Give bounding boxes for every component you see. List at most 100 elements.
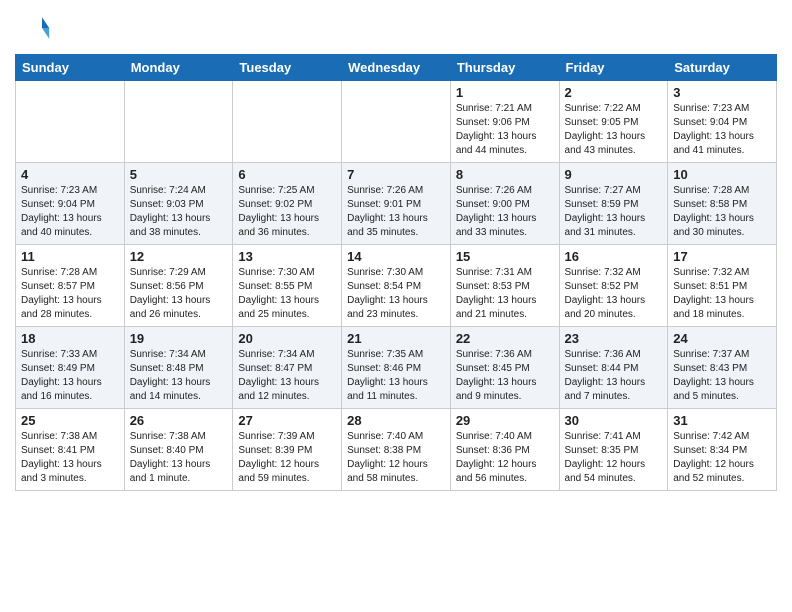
day-info: Sunrise: 7:36 AM Sunset: 8:45 PM Dayligh… (456, 348, 554, 404)
day-number: 20 (238, 331, 336, 346)
day-number: 7 (347, 167, 445, 182)
calendar-week-4: 18 Sunrise: 7:33 AM Sunset: 8:49 PM Dayli… (16, 327, 777, 409)
day-number: 18 (21, 331, 119, 346)
calendar-cell: 28 Sunrise: 7:40 AM Sunset: 8:38 PM Dayli… (342, 409, 451, 491)
day-info: Sunrise: 7:25 AM Sunset: 9:02 PM Dayligh… (238, 184, 336, 240)
day-number: 24 (673, 331, 771, 346)
weekday-header-tuesday: Tuesday (233, 55, 342, 81)
calendar-cell: 6 Sunrise: 7:25 AM Sunset: 9:02 PM Daylig… (233, 163, 342, 245)
day-number: 19 (130, 331, 228, 346)
day-number: 27 (238, 413, 336, 428)
calendar-cell: 19 Sunrise: 7:34 AM Sunset: 8:48 PM Dayli… (124, 327, 233, 409)
day-number: 21 (347, 331, 445, 346)
calendar-cell: 1Sunrise: 7:21 AM Sunset: 9:06 PM Daylig… (450, 81, 559, 163)
calendar-cell: 24 Sunrise: 7:37 AM Sunset: 8:43 PM Dayli… (668, 327, 777, 409)
calendar-cell (233, 81, 342, 163)
calendar-week-3: 11 Sunrise: 7:28 AM Sunset: 8:57 PM Dayli… (16, 245, 777, 327)
day-number: 31 (673, 413, 771, 428)
header (15, 10, 777, 46)
calendar-cell: 7 Sunrise: 7:26 AM Sunset: 9:01 PM Daylig… (342, 163, 451, 245)
day-info: Sunrise: 7:28 AM Sunset: 8:58 PM Dayligh… (673, 184, 771, 240)
calendar-cell: 20Sunrise: 7:34 AM Sunset: 8:47 PM Dayli… (233, 327, 342, 409)
weekday-header-monday: Monday (124, 55, 233, 81)
day-number: 6 (238, 167, 336, 182)
day-number: 9 (565, 167, 663, 182)
day-info: Sunrise: 7:36 AM Sunset: 8:44 PM Dayligh… (565, 348, 663, 404)
calendar-cell: 8 Sunrise: 7:26 AM Sunset: 9:00 PM Daylig… (450, 163, 559, 245)
calendar-week-1: 1Sunrise: 7:21 AM Sunset: 9:06 PM Daylig… (16, 81, 777, 163)
day-info: Sunrise: 7:34 AM Sunset: 8:48 PM Dayligh… (130, 348, 228, 404)
day-number: 22 (456, 331, 554, 346)
calendar-cell: 3 Sunrise: 7:23 AM Sunset: 9:04 PM Daylig… (668, 81, 777, 163)
day-info: Sunrise: 7:28 AM Sunset: 8:57 PM Dayligh… (21, 266, 119, 322)
calendar-cell: 5Sunrise: 7:24 AM Sunset: 9:03 PM Daylig… (124, 163, 233, 245)
calendar-cell (16, 81, 125, 163)
day-number: 16 (565, 249, 663, 264)
day-info: Sunrise: 7:32 AM Sunset: 8:51 PM Dayligh… (673, 266, 771, 322)
day-info: Sunrise: 7:27 AM Sunset: 8:59 PM Dayligh… (565, 184, 663, 240)
day-info: Sunrise: 7:29 AM Sunset: 8:56 PM Dayligh… (130, 266, 228, 322)
day-info: Sunrise: 7:35 AM Sunset: 8:46 PM Dayligh… (347, 348, 445, 404)
logo (15, 10, 55, 46)
logo-icon (15, 10, 51, 46)
weekday-header-thursday: Thursday (450, 55, 559, 81)
weekday-header-saturday: Saturday (668, 55, 777, 81)
calendar-week-2: 4 Sunrise: 7:23 AM Sunset: 9:04 PM Daylig… (16, 163, 777, 245)
day-info: Sunrise: 7:23 AM Sunset: 9:04 PM Dayligh… (21, 184, 119, 240)
day-number: 25 (21, 413, 119, 428)
calendar-cell: 29 Sunrise: 7:40 AM Sunset: 8:36 PM Dayli… (450, 409, 559, 491)
calendar-week-5: 25 Sunrise: 7:38 AM Sunset: 8:41 PM Dayli… (16, 409, 777, 491)
day-info: Sunrise: 7:37 AM Sunset: 8:43 PM Dayligh… (673, 348, 771, 404)
day-number: 3 (673, 85, 771, 100)
calendar-cell: 22 Sunrise: 7:36 AM Sunset: 8:45 PM Dayli… (450, 327, 559, 409)
calendar: SundayMondayTuesdayWednesdayThursdayFrid… (15, 54, 777, 491)
calendar-cell: 23Sunrise: 7:36 AM Sunset: 8:44 PM Dayli… (559, 327, 668, 409)
calendar-cell: 2Sunrise: 7:22 AM Sunset: 9:05 PM Daylig… (559, 81, 668, 163)
page: SundayMondayTuesdayWednesdayThursdayFrid… (0, 0, 792, 612)
weekday-header-sunday: Sunday (16, 55, 125, 81)
weekday-header-friday: Friday (559, 55, 668, 81)
calendar-cell: 16 Sunrise: 7:32 AM Sunset: 8:52 PM Dayli… (559, 245, 668, 327)
calendar-cell: 31 Sunrise: 7:42 AM Sunset: 8:34 PM Dayli… (668, 409, 777, 491)
day-info: Sunrise: 7:42 AM Sunset: 8:34 PM Dayligh… (673, 430, 771, 486)
day-info: Sunrise: 7:41 AM Sunset: 8:35 PM Dayligh… (565, 430, 663, 486)
day-number: 8 (456, 167, 554, 182)
calendar-cell: 11 Sunrise: 7:28 AM Sunset: 8:57 PM Dayli… (16, 245, 125, 327)
day-info: Sunrise: 7:38 AM Sunset: 8:41 PM Dayligh… (21, 430, 119, 486)
day-info: Sunrise: 7:31 AM Sunset: 8:53 PM Dayligh… (456, 266, 554, 322)
calendar-cell: 14Sunrise: 7:30 AM Sunset: 8:54 PM Dayli… (342, 245, 451, 327)
day-number: 30 (565, 413, 663, 428)
calendar-cell (124, 81, 233, 163)
calendar-cell: 25 Sunrise: 7:38 AM Sunset: 8:41 PM Dayli… (16, 409, 125, 491)
day-number: 2 (565, 85, 663, 100)
day-number: 10 (673, 167, 771, 182)
day-number: 5 (130, 167, 228, 182)
calendar-cell: 9 Sunrise: 7:27 AM Sunset: 8:59 PM Daylig… (559, 163, 668, 245)
day-info: Sunrise: 7:38 AM Sunset: 8:40 PM Dayligh… (130, 430, 228, 486)
day-info: Sunrise: 7:26 AM Sunset: 9:01 PM Dayligh… (347, 184, 445, 240)
calendar-cell: 27Sunrise: 7:39 AM Sunset: 8:39 PM Dayli… (233, 409, 342, 491)
day-info: Sunrise: 7:26 AM Sunset: 9:00 PM Dayligh… (456, 184, 554, 240)
calendar-cell: 13Sunrise: 7:30 AM Sunset: 8:55 PM Dayli… (233, 245, 342, 327)
calendar-cell: 17 Sunrise: 7:32 AM Sunset: 8:51 PM Dayli… (668, 245, 777, 327)
day-info: Sunrise: 7:40 AM Sunset: 8:38 PM Dayligh… (347, 430, 445, 486)
calendar-cell (342, 81, 451, 163)
calendar-cell: 12Sunrise: 7:29 AM Sunset: 8:56 PM Dayli… (124, 245, 233, 327)
day-info: Sunrise: 7:33 AM Sunset: 8:49 PM Dayligh… (21, 348, 119, 404)
day-number: 26 (130, 413, 228, 428)
calendar-cell: 10 Sunrise: 7:28 AM Sunset: 8:58 PM Dayli… (668, 163, 777, 245)
day-number: 15 (456, 249, 554, 264)
day-info: Sunrise: 7:40 AM Sunset: 8:36 PM Dayligh… (456, 430, 554, 486)
day-number: 4 (21, 167, 119, 182)
day-info: Sunrise: 7:30 AM Sunset: 8:54 PM Dayligh… (347, 266, 445, 322)
day-number: 29 (456, 413, 554, 428)
day-number: 28 (347, 413, 445, 428)
day-info: Sunrise: 7:32 AM Sunset: 8:52 PM Dayligh… (565, 266, 663, 322)
day-number: 17 (673, 249, 771, 264)
calendar-header-row: SundayMondayTuesdayWednesdayThursdayFrid… (16, 55, 777, 81)
day-number: 11 (21, 249, 119, 264)
day-info: Sunrise: 7:21 AM Sunset: 9:06 PM Dayligh… (456, 102, 554, 158)
calendar-cell: 4 Sunrise: 7:23 AM Sunset: 9:04 PM Daylig… (16, 163, 125, 245)
calendar-cell: 15 Sunrise: 7:31 AM Sunset: 8:53 PM Dayli… (450, 245, 559, 327)
day-info: Sunrise: 7:23 AM Sunset: 9:04 PM Dayligh… (673, 102, 771, 158)
